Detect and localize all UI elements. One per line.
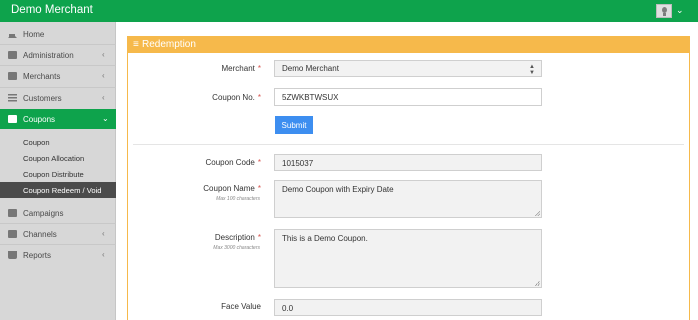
- chevron-left-icon: ‹: [102, 250, 105, 259]
- sidebar-item-coupons[interactable]: Coupons ⌄: [0, 109, 116, 129]
- merchant-select[interactable]: Demo Merchant ▲ ▼: [274, 60, 542, 77]
- sidebar-item-administration[interactable]: Administration ‹: [0, 45, 116, 65]
- coupon-name-textarea[interactable]: Demo Coupon with Expiry Date: [274, 180, 542, 218]
- submenu-item-coupon-distribute[interactable]: Coupon Distribute: [0, 166, 116, 182]
- resize-grip-icon[interactable]: [535, 281, 540, 286]
- required-mark: *: [257, 184, 261, 193]
- users-icon: [8, 51, 17, 59]
- merchant-label: Merchant *: [221, 64, 261, 73]
- select-caret-icon: ▲ ▼: [529, 64, 535, 76]
- coupon-no-input[interactable]: 5ZWKBTWSUX: [274, 88, 542, 106]
- panel-header: ≡ Redemption: [128, 37, 689, 53]
- user-avatar-icon-base: [663, 13, 666, 16]
- coupon-code-value: 1015037: [282, 159, 314, 168]
- description-value: This is a Demo Coupon.: [282, 234, 368, 243]
- sidebar-item-label: Coupons: [23, 115, 56, 124]
- users-icon: [8, 230, 17, 238]
- sidebar-item-customers[interactable]: Customers ‹: [0, 88, 116, 108]
- face-value-label: Face Value: [221, 302, 261, 311]
- chevron-down-icon: ⌄: [102, 114, 109, 123]
- sidebar-item-home[interactable]: Home: [0, 24, 116, 44]
- submenu-item-coupon[interactable]: Coupon: [0, 134, 116, 150]
- coupon-name-label: Coupon Name *: [203, 184, 261, 193]
- cart-icon: [8, 251, 17, 259]
- face-value-field[interactable]: 0.0: [274, 299, 542, 316]
- sidebar-item-label: Administration: [23, 51, 74, 60]
- sidebar-item-channels[interactable]: Channels ‹: [0, 224, 116, 244]
- submenu-item-label: Coupon Allocation: [23, 154, 85, 163]
- sidebar: Home Administration ‹ Merchants ‹ Custom…: [0, 22, 116, 320]
- description-label: Description *: [214, 233, 261, 242]
- sidebar-item-merchants[interactable]: Merchants ‹: [0, 66, 116, 86]
- required-mark: *: [257, 93, 261, 102]
- coupon-code-field[interactable]: 1015037: [274, 154, 542, 171]
- list-icon: [8, 94, 17, 102]
- required-mark: *: [257, 158, 261, 167]
- submit-button[interactable]: Submit: [275, 116, 313, 134]
- home-icon-base: [9, 34, 15, 38]
- coupon-no-label: Coupon No. *: [212, 93, 261, 102]
- sidebar-item-label: Reports: [23, 251, 52, 260]
- user-icon: [8, 209, 17, 217]
- sidebar-item-label: Customers: [23, 94, 62, 103]
- chevron-left-icon: ‹: [102, 50, 105, 59]
- menu-icon: ≡: [133, 39, 139, 50]
- merchant-select-value: Demo Merchant: [282, 64, 339, 73]
- panel-title: Redemption: [142, 39, 196, 50]
- sidebar-item-campaigns[interactable]: Campaigns: [0, 203, 116, 223]
- sidebar-item-reports[interactable]: Reports ‹: [0, 245, 116, 265]
- users-icon: [8, 115, 17, 123]
- sidebar-item-label: Home: [23, 30, 45, 39]
- submenu-item-label: Coupon: [23, 138, 50, 147]
- face-value-value: 0.0: [282, 304, 294, 313]
- sidebar-item-label: Channels: [23, 230, 57, 239]
- required-mark: *: [257, 233, 261, 242]
- sidebar-item-label: Merchants: [23, 72, 61, 81]
- submenu-item-coupon-redeem-void[interactable]: Coupon Redeem / Void: [0, 182, 116, 198]
- submenu-item-label: Coupon Redeem / Void: [23, 186, 102, 195]
- required-mark: *: [257, 64, 261, 73]
- coupon-name-hint: Max 100 characters: [216, 196, 260, 202]
- coupon-no-value: 5ZWKBTWSUX: [282, 93, 339, 102]
- brand-title[interactable]: Demo Merchant: [11, 4, 93, 16]
- divider: [133, 144, 684, 145]
- briefcase-icon: [8, 72, 17, 80]
- submenu-item-label: Coupon Distribute: [23, 170, 84, 179]
- coupon-name-value: Demo Coupon with Expiry Date: [282, 185, 394, 194]
- redemption-panel: ≡ Redemption Merchant * Demo Merchant ▲ ▼ …: [127, 36, 690, 320]
- submenu-item-coupon-allocation[interactable]: Coupon Allocation: [0, 150, 116, 166]
- resize-grip-icon[interactable]: [535, 211, 540, 216]
- coupon-code-label: Coupon Code *: [205, 158, 262, 167]
- chevron-down-icon[interactable]: ⌄: [676, 5, 684, 16]
- description-hint: Max 3000 characters: [213, 245, 260, 251]
- sidebar-item-label: Campaigns: [23, 209, 64, 218]
- description-textarea[interactable]: This is a Demo Coupon.: [274, 229, 542, 288]
- top-navbar: Demo Merchant ⌄: [0, 0, 698, 22]
- user-menu-button[interactable]: [656, 4, 672, 18]
